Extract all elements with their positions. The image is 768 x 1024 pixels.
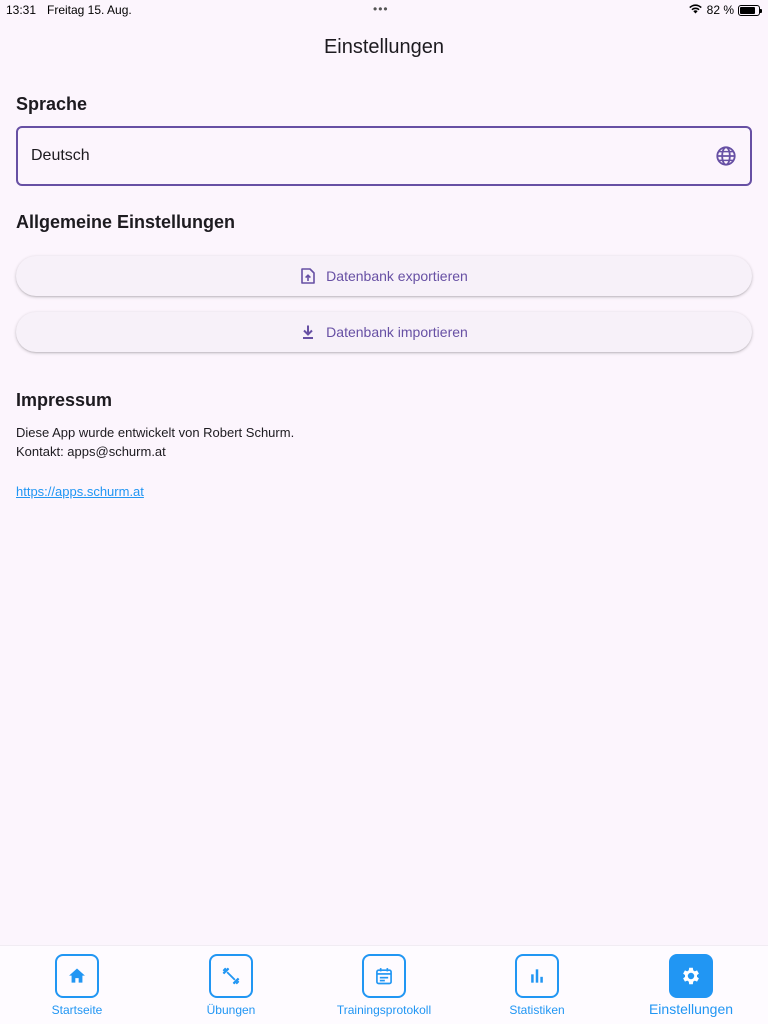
impressum-developer: Diese App wurde entwickelt von Robert Sc… [16,425,295,440]
nav-label-trainingsprotokoll: Trainingsprotokoll [336,1003,432,1017]
language-selected-value: Deutsch [31,147,90,164]
nav-label-einstellungen: Einstellungen [648,1001,734,1017]
multitasking-dots[interactable]: ••• [373,2,389,16]
import-database-label: Datenbank importieren [326,324,468,340]
nav-item-trainingsprotokoll[interactable]: Trainingsprotokoll [324,946,444,1024]
nav-label-startseite: Startseite [51,1003,103,1017]
fitness-icon [209,954,253,998]
nav-item-uebungen[interactable]: Übungen [182,946,280,1024]
export-database-button[interactable]: Datenbank exportieren [16,256,752,296]
nav-item-einstellungen[interactable]: Einstellungen [636,946,746,1024]
impressum-contact: Kontakt: apps@schurm.at [16,444,166,459]
battery-icon [738,4,762,16]
nav-item-statistiken[interactable]: Statistiken [488,946,586,1024]
globe-icon [714,144,738,168]
import-database-button[interactable]: Datenbank importieren [16,312,752,352]
gear-icon [669,954,713,998]
status-right: 82 % [688,3,762,17]
general-settings-heading: Allgemeine Einstellungen [16,212,236,232]
nav-label-uebungen: Übungen [206,1003,256,1017]
bottom-navigation: Startseite Übungen Trainingsprotokoll St… [0,945,768,1024]
language-heading: Sprache [16,94,88,114]
impressum-heading: Impressum [16,390,113,410]
page-title: Einstellungen [323,36,445,58]
battery-percent: 82 % [706,3,734,17]
website-link[interactable]: https://apps.schurm.at [16,484,144,499]
nav-item-startseite[interactable]: Startseite [28,946,126,1024]
impressum-text: Diese App wurde entwickelt von Robert Sc… [16,423,294,461]
status-date: Freitag 15. Aug. [47,3,132,17]
nav-label-statistiken: Statistiken [509,1003,565,1017]
download-icon [300,324,316,340]
export-database-label: Datenbank exportieren [326,268,468,284]
home-icon [55,954,99,998]
file-upload-icon [300,268,316,284]
battery-fill [740,6,755,14]
language-select[interactable]: Deutsch [16,126,752,186]
wifi-icon [688,3,703,17]
bar-chart-icon [515,954,559,998]
status-bar: 13:31 Freitag 15. Aug. ••• 82 % [0,0,768,22]
calendar-icon [362,954,406,998]
status-time: 13:31 [6,3,37,17]
